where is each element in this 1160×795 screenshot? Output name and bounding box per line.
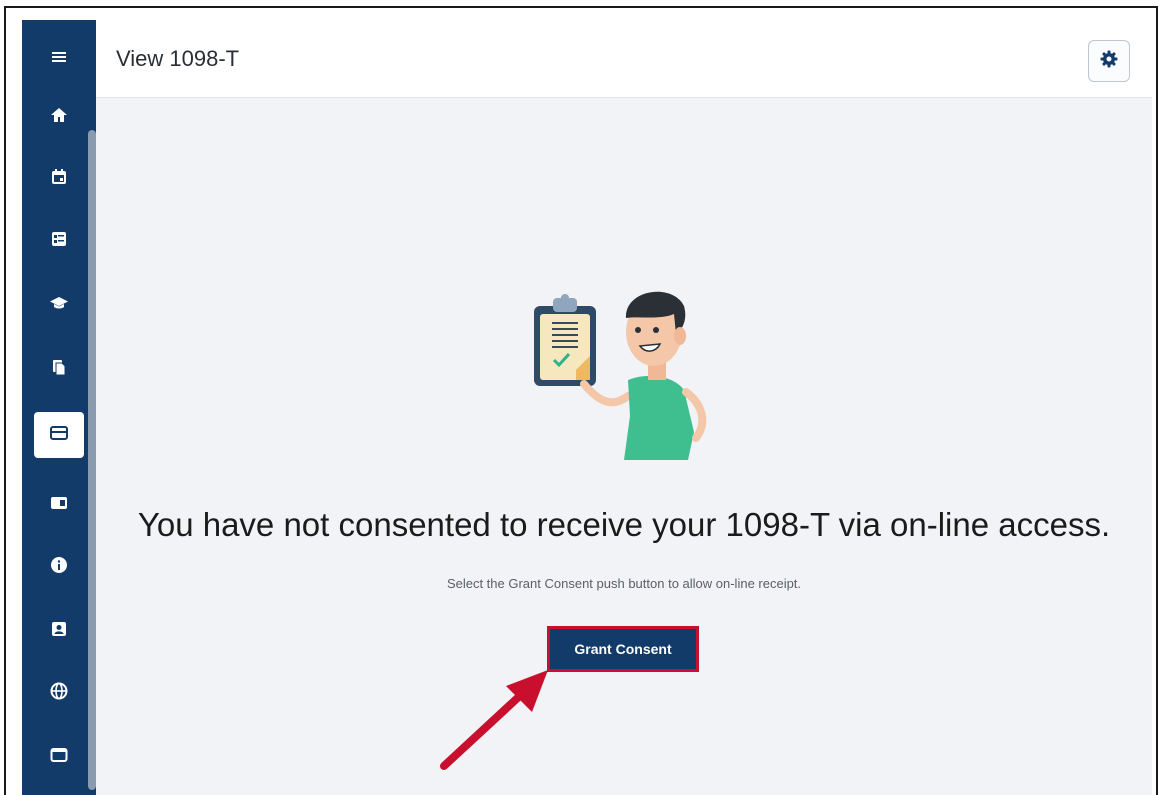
window-icon <box>49 745 69 770</box>
calendar-icon <box>49 167 69 192</box>
page-title: View 1098-T <box>116 46 240 71</box>
graduation-cap-icon <box>49 293 69 318</box>
info-icon <box>49 555 69 580</box>
grant-consent-button[interactable]: Grant Consent <box>547 626 699 672</box>
home-icon <box>49 105 69 130</box>
credit-card-icon <box>49 423 69 448</box>
settings-button[interactable] <box>1088 40 1130 82</box>
sidebar-item-documents[interactable] <box>34 346 84 392</box>
consent-headline: You have not consented to receive your 1… <box>137 506 1111 543</box>
documents-icon <box>49 357 69 382</box>
sidebar-item-list[interactable] <box>34 218 84 264</box>
page-header: View 1098-T <box>96 20 1152 98</box>
sidebar-menu-button[interactable] <box>34 36 84 82</box>
sidebar-item-calendar[interactable] <box>34 156 84 202</box>
main-content: You have not consented to receive your 1… <box>96 98 1152 795</box>
sidebar <box>22 20 96 795</box>
sidebar-item-id-card[interactable] <box>34 482 84 528</box>
sidebar-scrollbar[interactable] <box>88 130 96 790</box>
sidebar-item-academics[interactable] <box>34 282 84 328</box>
sidebar-item-global[interactable] <box>34 670 84 716</box>
gear-icon <box>1099 49 1119 74</box>
clipboard-person-illustration <box>524 284 724 471</box>
sidebar-item-contact[interactable] <box>34 608 84 654</box>
sidebar-item-payments[interactable] <box>34 412 84 458</box>
pointer-arrow-annotation <box>436 664 556 779</box>
consent-instructions: Select the Grant Consent push button to … <box>446 576 802 591</box>
sidebar-item-home[interactable] <box>34 94 84 140</box>
id-card-icon <box>49 493 69 518</box>
globe-icon <box>49 681 69 706</box>
sidebar-item-info[interactable] <box>34 544 84 590</box>
contact-card-icon <box>49 619 69 644</box>
list-card-icon <box>49 229 69 254</box>
sidebar-item-window[interactable] <box>34 734 84 780</box>
menu-icon <box>49 47 69 72</box>
